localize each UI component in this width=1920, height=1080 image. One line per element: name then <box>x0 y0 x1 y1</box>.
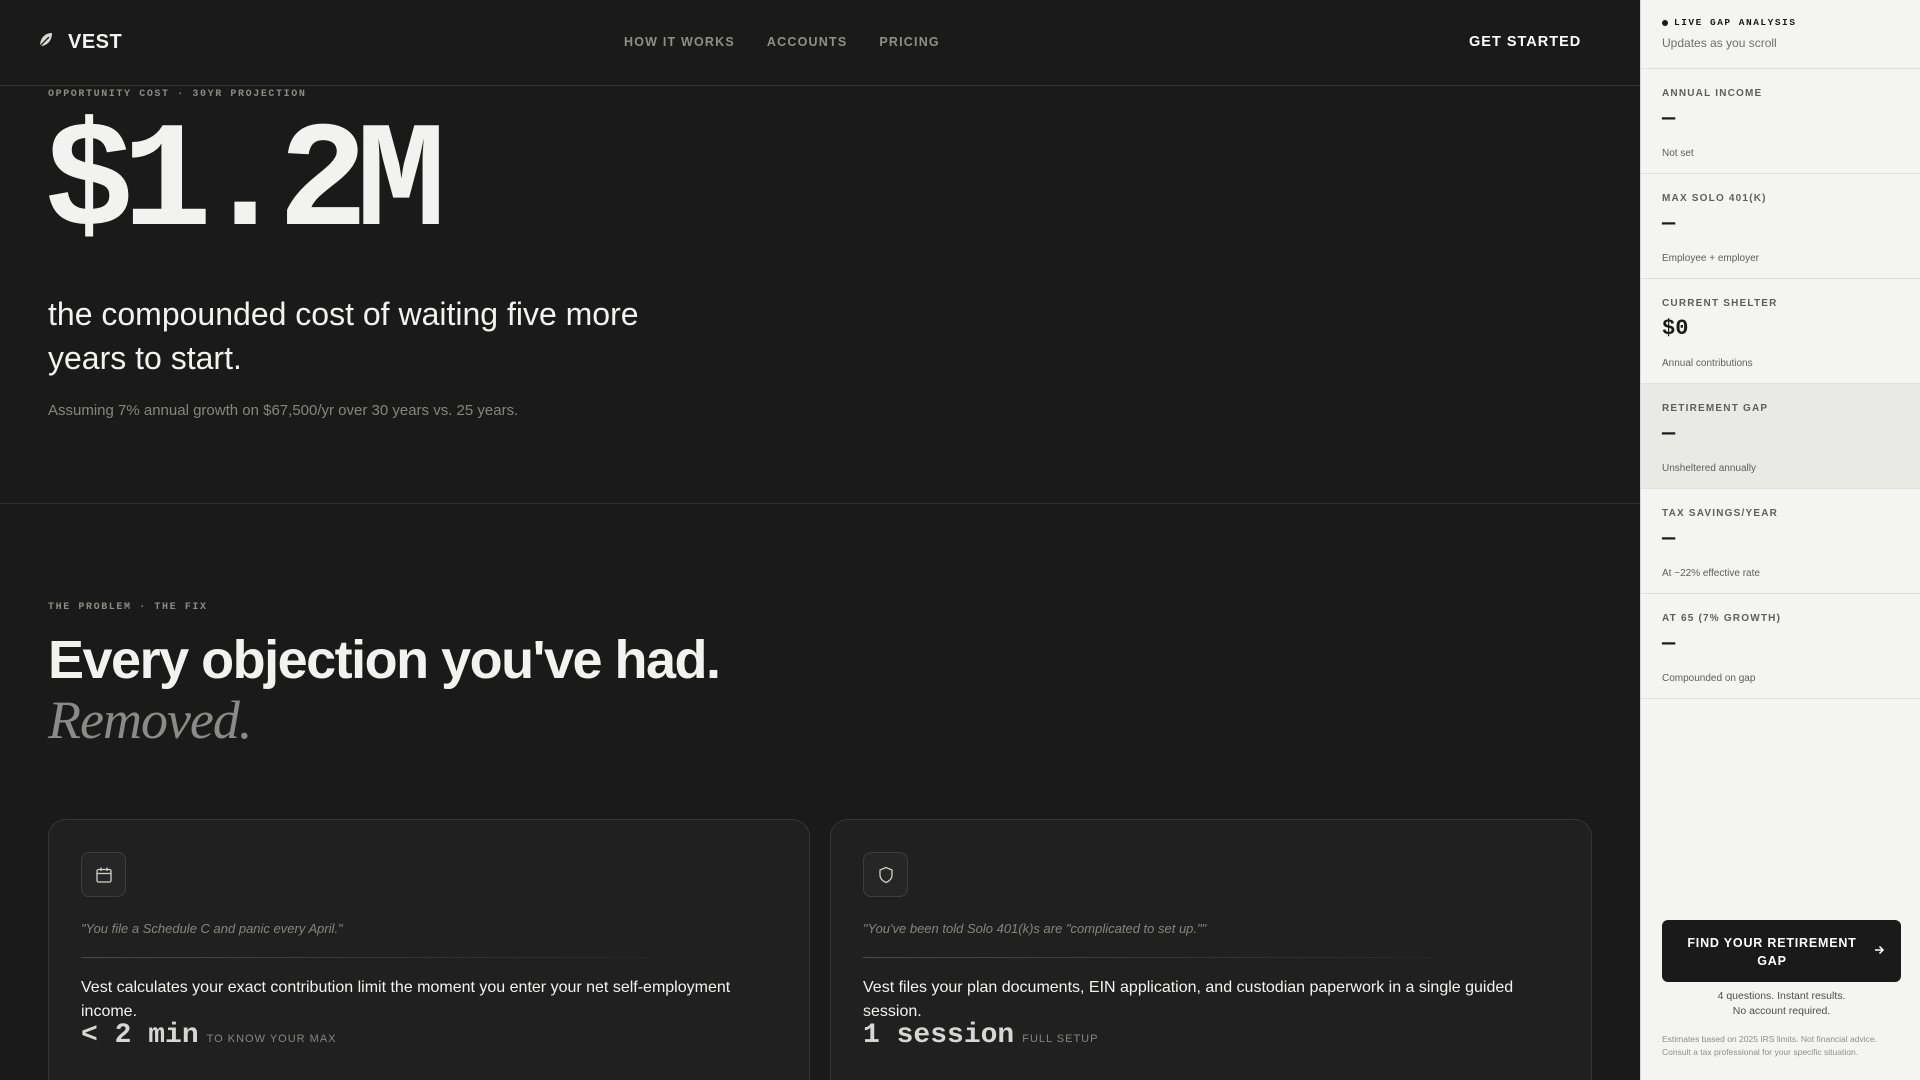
live-dot-icon <box>1662 19 1668 26</box>
card-quote: "You've been told Solo 401(k)s are "comp… <box>863 921 1207 936</box>
section-title-accent: Removed. <box>48 690 252 750</box>
card-body: Vest files your plan documents, EIN appl… <box>863 979 1514 1020</box>
metric-note: Compounded on gap <box>1662 673 1756 684</box>
gap-analysis-panel: LIVE GAP ANALYSIS Updates as you scroll … <box>1640 0 1920 1080</box>
card-quote: "You file a Schedule C and panic every A… <box>81 921 343 936</box>
hero-eyebrow: OPPORTUNITY COST · 30YR PROJECTION <box>48 89 307 100</box>
find-note-line-1: 4 questions. Instant results. <box>1717 990 1846 1002</box>
metric-current-shelter: CURRENT SHELTER $0 Annual contributions <box>1641 279 1920 384</box>
metric-value: — <box>1662 211 1676 236</box>
main-content: VEST HOW IT WORKS ACCOUNTS PRICING GET S… <box>0 0 1640 1080</box>
get-started-button[interactable]: GET STARTED <box>1469 34 1581 50</box>
metric-label: RETIREMENT GAP <box>1662 403 1769 414</box>
calendar-icon <box>81 852 126 897</box>
metric-tax-savings: TAX SAVINGS/YEAR — At ~22% effective rat… <box>1641 489 1920 594</box>
live-label: LIVE GAP ANALYSIS <box>1674 17 1797 28</box>
metric-at-65: AT 65 (7% GROWTH) — Compounded on gap <box>1641 594 1920 699</box>
stat-value: 1 session <box>863 1020 1015 1051</box>
metric-retirement-gap: RETIREMENT GAP — Unsheltered annually <box>1641 384 1920 489</box>
metric-label: TAX SAVINGS/YEAR <box>1662 508 1779 519</box>
metric-value: — <box>1662 526 1676 551</box>
card-stat: < 2 min TO KNOW YOUR MAX <box>81 1020 337 1051</box>
nav-links: HOW IT WORKS ACCOUNTS PRICING <box>624 35 940 49</box>
stat-value: < 2 min <box>81 1020 199 1051</box>
panel-header: LIVE GAP ANALYSIS Updates as you scroll <box>1641 0 1920 69</box>
metric-max-solo-401k: MAX SOLO 401(K) — Employee + employer <box>1641 174 1920 279</box>
leaf-logo-icon <box>36 30 56 55</box>
metric-label: CURRENT SHELTER <box>1662 298 1778 309</box>
metric-label: AT 65 (7% GROWTH) <box>1662 613 1782 624</box>
disclaimer: Estimates based on 2025 IRS limits. Not … <box>1662 1034 1877 1057</box>
nav-link-pricing[interactable]: PRICING <box>879 35 940 49</box>
find-retirement-gap-button[interactable]: FIND YOUR RETIREMENT GAP <box>1662 920 1901 982</box>
hero-amount: $1.2M <box>44 100 446 270</box>
metric-label: MAX SOLO 401(K) <box>1662 193 1767 204</box>
shield-icon <box>863 852 908 897</box>
arrow-right-icon <box>1875 945 1885 955</box>
logo-link[interactable]: VEST <box>36 30 122 55</box>
metric-note: Unsheltered annually <box>1662 463 1756 474</box>
objection-card-schedule-c: "You file a Schedule C and panic every A… <box>48 819 810 1080</box>
objection-card-setup: "You've been told Solo 401(k)s are "comp… <box>830 819 1592 1080</box>
metric-value: — <box>1662 631 1676 656</box>
stat-label: FULL SETUP <box>1022 1033 1099 1045</box>
hero-lede: the compounded cost of waiting five more… <box>48 296 639 376</box>
find-button-label: FIND YOUR RETIREMENT GAP <box>1687 936 1857 968</box>
card-divider <box>863 957 1503 958</box>
hero-note: Assuming 7% annual growth on $67,500/yr … <box>48 402 519 419</box>
nav-link-how-it-works[interactable]: HOW IT WORKS <box>624 35 735 49</box>
section-eyebrow: THE PROBLEM · THE FIX <box>48 602 208 613</box>
metric-value: — <box>1662 421 1676 446</box>
metric-value: — <box>1662 106 1676 131</box>
section-divider <box>0 503 1640 504</box>
metric-note: Not set <box>1662 148 1694 159</box>
top-nav: VEST HOW IT WORKS ACCOUNTS PRICING GET S… <box>0 0 1640 86</box>
metric-note: At ~22% effective rate <box>1662 568 1760 579</box>
card-body: Vest calculates your exact contribution … <box>81 979 731 1020</box>
nav-link-accounts[interactable]: ACCOUNTS <box>767 35 847 49</box>
stat-label: TO KNOW YOUR MAX <box>206 1033 337 1045</box>
metric-note: Annual contributions <box>1662 358 1753 369</box>
section-title-main: Every objection you've had. <box>48 630 721 690</box>
metric-note: Employee + employer <box>1662 253 1759 264</box>
card-divider <box>81 957 721 958</box>
logo-text: VEST <box>68 31 123 53</box>
metric-label: ANNUAL INCOME <box>1662 88 1763 99</box>
panel-subtitle: Updates as you scroll <box>1662 36 1777 50</box>
find-note-line-2: No account required. <box>1732 1005 1831 1017</box>
card-stat: 1 session FULL SETUP <box>863 1020 1098 1051</box>
section-title: Every objection you've had. Removed. <box>48 630 748 750</box>
metric-annual-income: ANNUAL INCOME — Not set <box>1641 69 1920 174</box>
metric-value: $0 <box>1662 316 1689 341</box>
live-indicator: LIVE GAP ANALYSIS <box>1662 17 1796 28</box>
find-button-note: 4 questions. Instant results. No account… <box>1662 989 1901 1019</box>
